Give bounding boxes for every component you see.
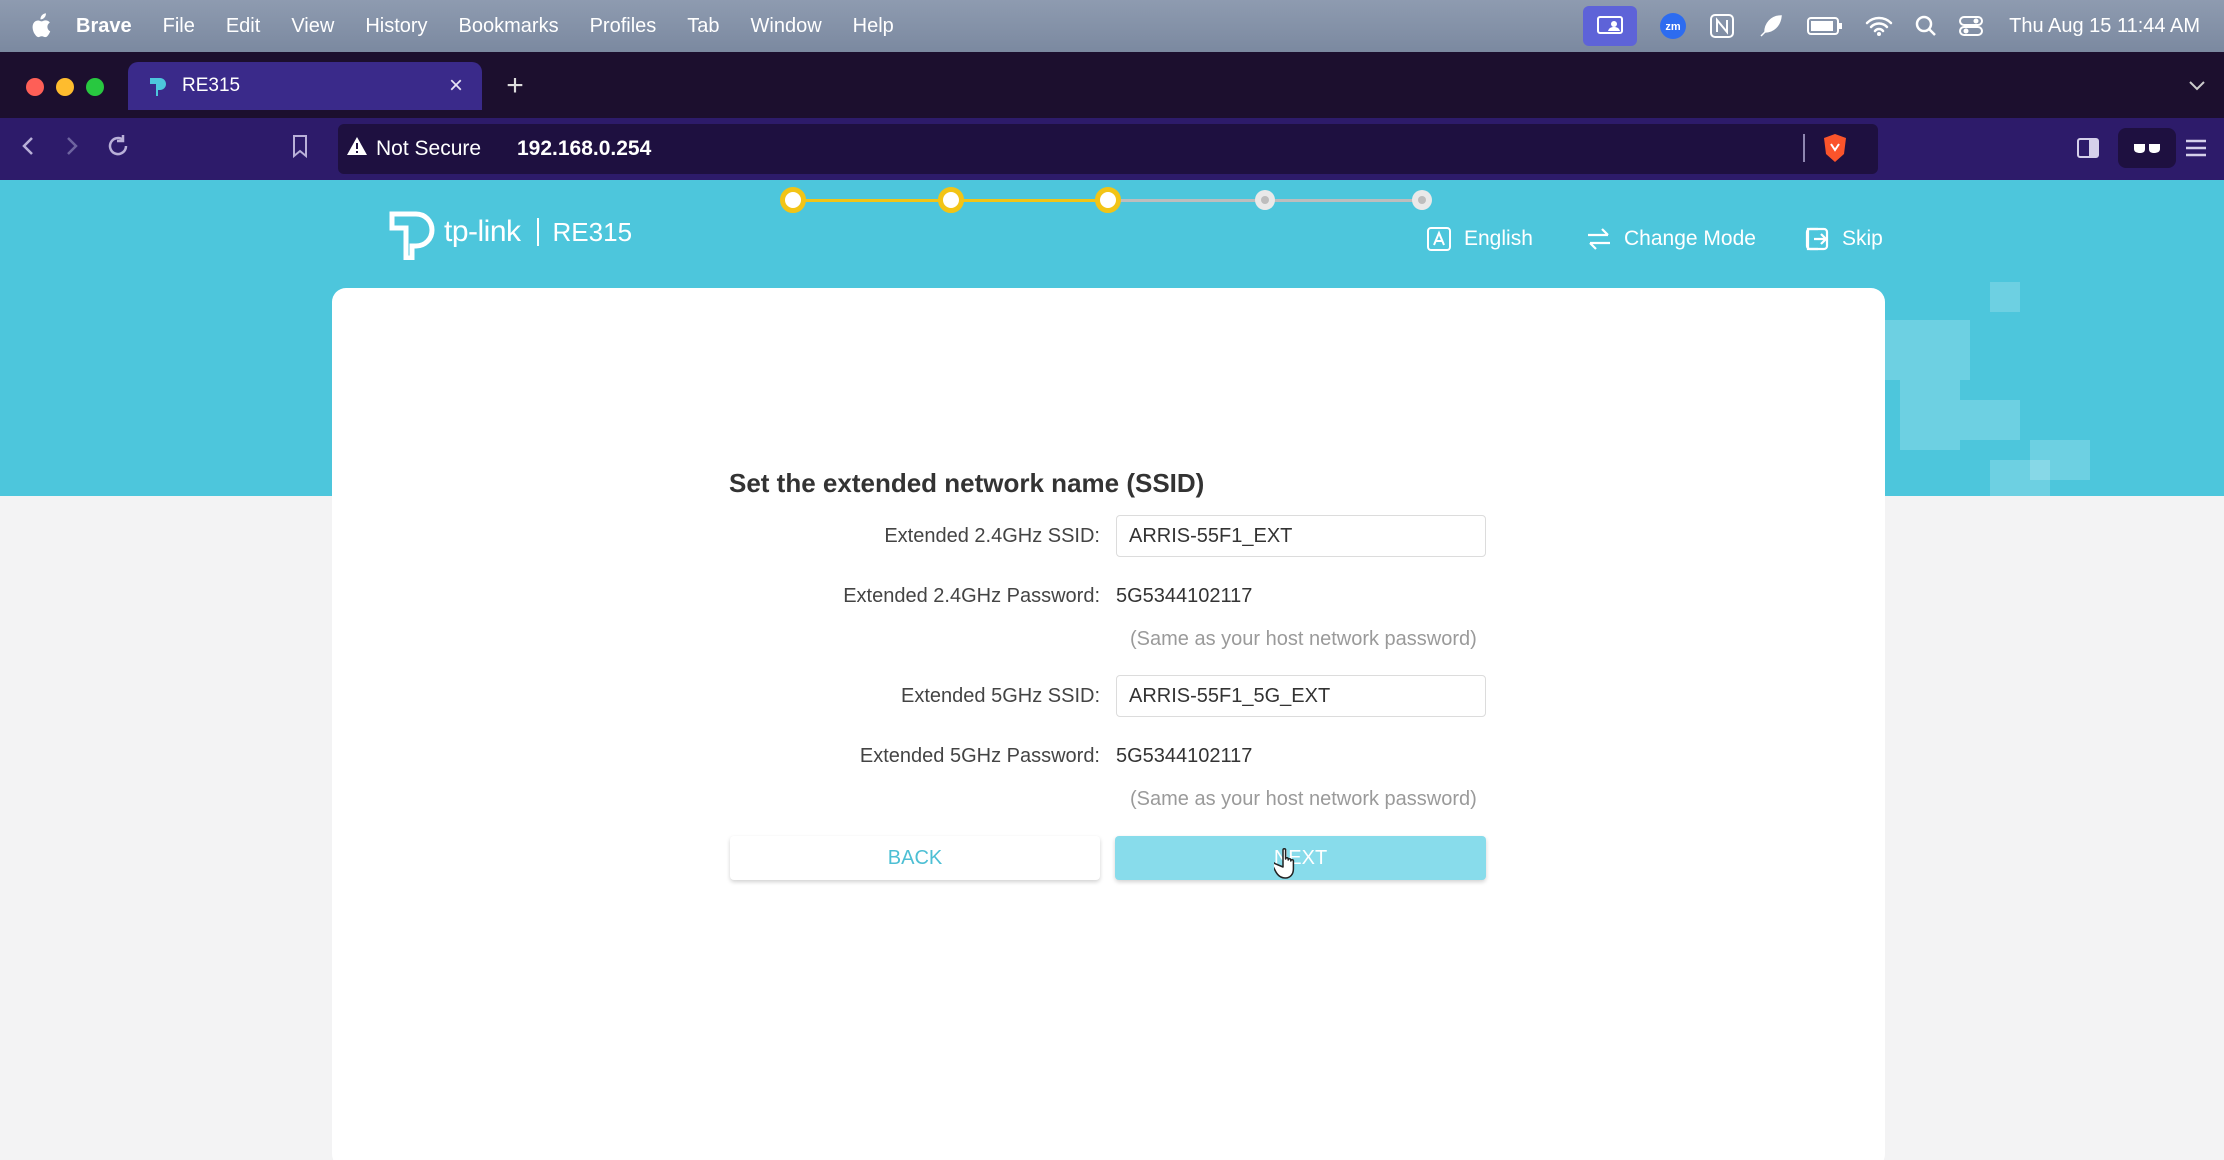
- menu-profiles[interactable]: Profiles: [590, 15, 657, 38]
- stepper-step-3: [1095, 187, 1121, 213]
- apple-icon[interactable]: [22, 0, 58, 52]
- pass24-note: (Same as your host network password): [1130, 627, 1477, 650]
- tab-list-chevron-icon[interactable]: [2184, 72, 2210, 98]
- stepper-step-2: [938, 187, 964, 213]
- notion-icon[interactable]: [1709, 0, 1735, 52]
- window-zoom-button[interactable]: [86, 78, 104, 96]
- exit-icon: [1802, 224, 1832, 254]
- pass5-value: 5G5344102117: [1116, 744, 1253, 767]
- feather-icon[interactable]: [1757, 0, 1785, 52]
- language-label: English: [1464, 227, 1533, 250]
- back-nav-icon[interactable]: [10, 128, 46, 164]
- back-button[interactable]: BACK: [730, 836, 1100, 880]
- pass24-value: 5G5344102117: [1116, 584, 1253, 607]
- wizard-card: [332, 288, 1885, 1160]
- pass24-label: Extended 2.4GHz Password:: [843, 584, 1100, 607]
- language-icon: [1424, 224, 1454, 254]
- stepper-line-done: [793, 199, 951, 202]
- swap-arrows-icon: [1584, 224, 1614, 254]
- ssid5-input[interactable]: [1116, 675, 1486, 717]
- reload-icon[interactable]: [100, 128, 136, 164]
- banner-decoration: [1990, 282, 2020, 312]
- control-center-icon[interactable]: [1959, 0, 1984, 52]
- battery-icon[interactable]: [1807, 0, 1843, 52]
- brand-divider: [536, 218, 539, 246]
- tab-close-icon[interactable]: ×: [442, 72, 470, 100]
- ssid24-label: Extended 2.4GHz SSID:: [884, 524, 1100, 547]
- stepper-line-todo: [1109, 199, 1265, 202]
- screen-share-icon[interactable]: [1583, 0, 1638, 52]
- menu-hamburger-icon[interactable]: [2176, 130, 2216, 166]
- security-indicator[interactable]: Not Secure: [346, 131, 481, 167]
- skip-label: Skip: [1842, 227, 1883, 250]
- warning-icon: [346, 136, 368, 162]
- browser-tab-active[interactable]: RE315 ×: [128, 62, 482, 110]
- language-selector[interactable]: English: [1424, 222, 1533, 256]
- ssid5-label: Extended 5GHz SSID:: [901, 684, 1100, 707]
- form-heading: Set the extended network name (SSID): [729, 468, 1205, 498]
- sidebar-toggle-icon[interactable]: [2072, 130, 2104, 166]
- svg-text:zm: zm: [1665, 21, 1681, 33]
- menu-bookmarks[interactable]: Bookmarks: [459, 15, 559, 38]
- wifi-icon[interactable]: [1865, 0, 1893, 52]
- menu-app-name[interactable]: Brave: [76, 15, 132, 38]
- tab-title: RE315: [182, 75, 241, 96]
- banner-decoration: [1900, 380, 1960, 450]
- menubar-clock[interactable]: Thu Aug 15 11:44 AM: [2009, 15, 2200, 38]
- menu-help[interactable]: Help: [853, 15, 894, 38]
- banner-decoration: [1960, 400, 2020, 440]
- change-mode-label: Change Mode: [1624, 227, 1756, 250]
- tplink-logo-icon: [384, 204, 440, 260]
- stepper-step-4: [1255, 190, 1275, 210]
- menu-tab[interactable]: Tab: [687, 15, 719, 38]
- page-content: tp-link RE315 English Change Mode Skip: [0, 180, 2224, 1160]
- window-close-button[interactable]: [26, 78, 44, 96]
- new-tab-button[interactable]: +: [500, 68, 530, 104]
- macos-menu-bar: Brave File Edit View History Bookmarks P…: [0, 0, 2224, 52]
- stepper-step-1: [780, 187, 806, 213]
- wallet-icon[interactable]: [2118, 128, 2176, 168]
- security-label: Not Secure: [376, 137, 482, 160]
- forward-nav-icon[interactable]: [54, 128, 90, 164]
- brave-shield-icon[interactable]: [1818, 130, 1852, 166]
- hand-pointer-cursor-icon: [1271, 846, 1304, 880]
- tplink-favicon-icon: [144, 72, 172, 100]
- menu-file[interactable]: File: [163, 15, 195, 38]
- address-bar-divider: [1803, 134, 1805, 162]
- stepper-line-todo: [1265, 199, 1423, 202]
- menu-history[interactable]: History: [365, 15, 427, 38]
- tplink-brand: tp-link RE315: [384, 202, 632, 262]
- window-minimize-button[interactable]: [56, 78, 74, 96]
- zoom-icon[interactable]: zm: [1659, 0, 1687, 52]
- ssid24-input[interactable]: [1116, 515, 1486, 557]
- banner-decoration: [1870, 320, 1970, 380]
- url-text[interactable]: 192.168.0.254: [517, 131, 651, 167]
- pass5-note: (Same as your host network password): [1130, 787, 1477, 810]
- banner-decoration: [1990, 460, 2050, 496]
- pass5-label: Extended 5GHz Password:: [859, 744, 1100, 767]
- menu-window[interactable]: Window: [751, 15, 822, 38]
- menu-view[interactable]: View: [291, 15, 334, 38]
- stepper-line-done: [951, 199, 1109, 202]
- change-mode-button[interactable]: Change Mode: [1584, 222, 1756, 256]
- menu-edit[interactable]: Edit: [226, 15, 260, 38]
- model-name: RE315: [552, 216, 633, 247]
- skip-button[interactable]: Skip: [1802, 222, 1883, 256]
- stepper-step-5: [1412, 190, 1432, 210]
- bookmark-icon[interactable]: [282, 128, 318, 164]
- logo-text: tp-link: [444, 215, 521, 248]
- spotlight-search-icon[interactable]: [1915, 0, 1937, 52]
